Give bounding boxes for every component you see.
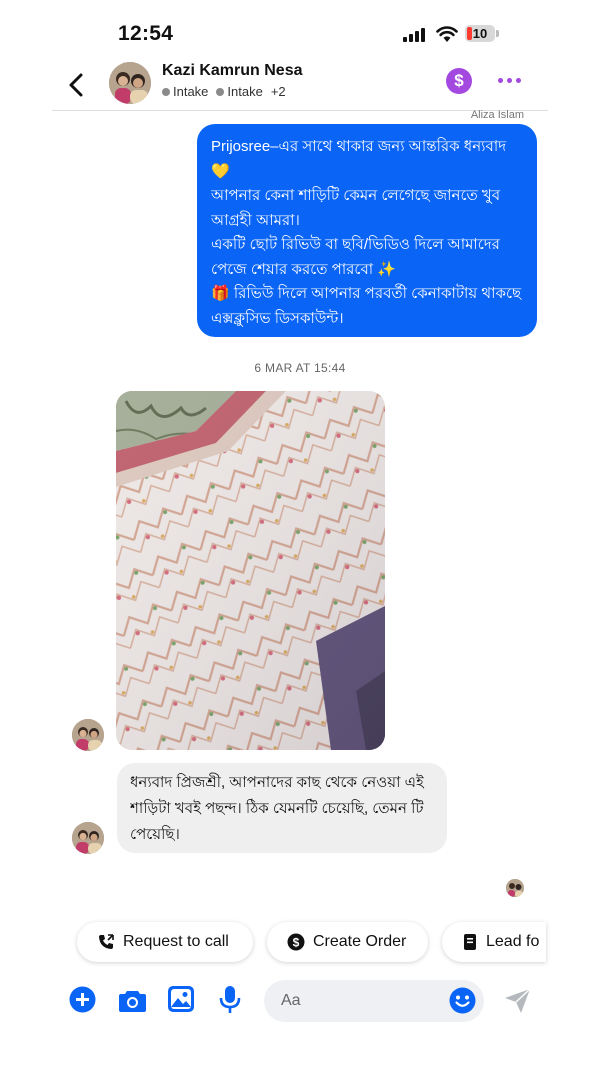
- svg-text:$: $: [293, 936, 300, 950]
- incoming-message-bubble[interactable]: ধন্যবাদ প্রিজশ্রী, আপনাদের কাছ থেকে নেওয…: [117, 763, 447, 853]
- form-document-icon: [464, 934, 476, 950]
- tag-dot-icon: [216, 87, 225, 96]
- add-plus-icon[interactable]: [69, 986, 96, 1013]
- request-to-call-button[interactable]: Request to call: [77, 922, 253, 962]
- contact-avatar-small: [72, 822, 104, 854]
- send-icon[interactable]: [504, 988, 531, 1014]
- message-timestamp: 6 MAR AT 15:44: [254, 361, 346, 375]
- microphone-icon[interactable]: [219, 986, 241, 1014]
- wifi-icon: [436, 26, 458, 42]
- message-line: একটি ছোট রিভিউ বা ছবি/ভিডিও দিলে আমাদের: [211, 236, 500, 253]
- message-line: Prijosree–এর সাথে থাকার জন্য আন্তরিক ধন্…: [211, 138, 507, 155]
- status-time: 12:54: [118, 22, 174, 45]
- message-line: আগ্রহী আমরা।: [211, 211, 300, 229]
- dollar-circle-icon: $: [287, 933, 305, 951]
- message-line: পেজে শেয়ার করতে পারবো ✨: [211, 260, 396, 278]
- contact-name[interactable]: Kazi Kamrun Nesa: [162, 62, 303, 80]
- seen-receipt-avatar: [506, 879, 524, 897]
- message-line: ধন্যবাদ প্রিজশ্রী, আপনাদের কাছ থেকে নেওয…: [130, 774, 424, 791]
- phone-call-icon: [99, 934, 114, 949]
- payment-dollar-icon[interactable]: $: [446, 68, 472, 94]
- message-line: এক্সক্লুসিভ ডিসকাউন্ট।: [211, 309, 344, 327]
- camera-icon[interactable]: [119, 989, 146, 1012]
- back-icon[interactable]: [66, 72, 88, 98]
- message-line: পেয়েছি।: [130, 826, 180, 843]
- message-line: আপনার কেনা শাড়িটি কেমন লেগেছে জানতে খুব: [211, 187, 501, 204]
- message-line: শাড়িটা খবই পছন্দ। ঠিক যেমনটি চেয়েছি, ত…: [130, 800, 424, 817]
- chip-label: Create Order: [313, 933, 407, 950]
- tag-dot-icon: [162, 87, 170, 96]
- battery-icon: 10: [465, 25, 495, 42]
- contact-tags[interactable]: Intake Intake +2: [162, 84, 286, 99]
- contact-avatar-small: [72, 719, 104, 751]
- tag-label: Intake: [162, 84, 208, 99]
- create-order-button[interactable]: $ Create Order: [267, 922, 428, 962]
- outgoing-message-bubble[interactable]: Prijosree–এর সাথে থাকার জন্য আন্তরিক ধন্…: [197, 124, 537, 337]
- chip-label: Lead fo: [486, 933, 540, 950]
- cellular-signal-icon: [403, 28, 427, 42]
- more-options-icon[interactable]: [498, 78, 522, 86]
- extra-tags-count: +2: [270, 84, 286, 99]
- tag-label: Intake: [216, 84, 263, 99]
- lead-form-button[interactable]: Lead fo: [442, 922, 546, 962]
- saree-photo-attachment[interactable]: [116, 391, 385, 750]
- gallery-image-icon[interactable]: [168, 986, 194, 1012]
- message-line: 💛: [211, 162, 230, 180]
- message-line: 🎁 রিভিউ দিলে আপনার পরবর্তী কেনাকাটায় থা…: [211, 285, 522, 302]
- emoji-icon[interactable]: [449, 987, 476, 1014]
- sender-label: Aliza Islam: [470, 109, 524, 121]
- battery-level: 10: [472, 26, 488, 41]
- chip-label: Request to call: [123, 933, 229, 950]
- contact-avatar[interactable]: [109, 62, 151, 104]
